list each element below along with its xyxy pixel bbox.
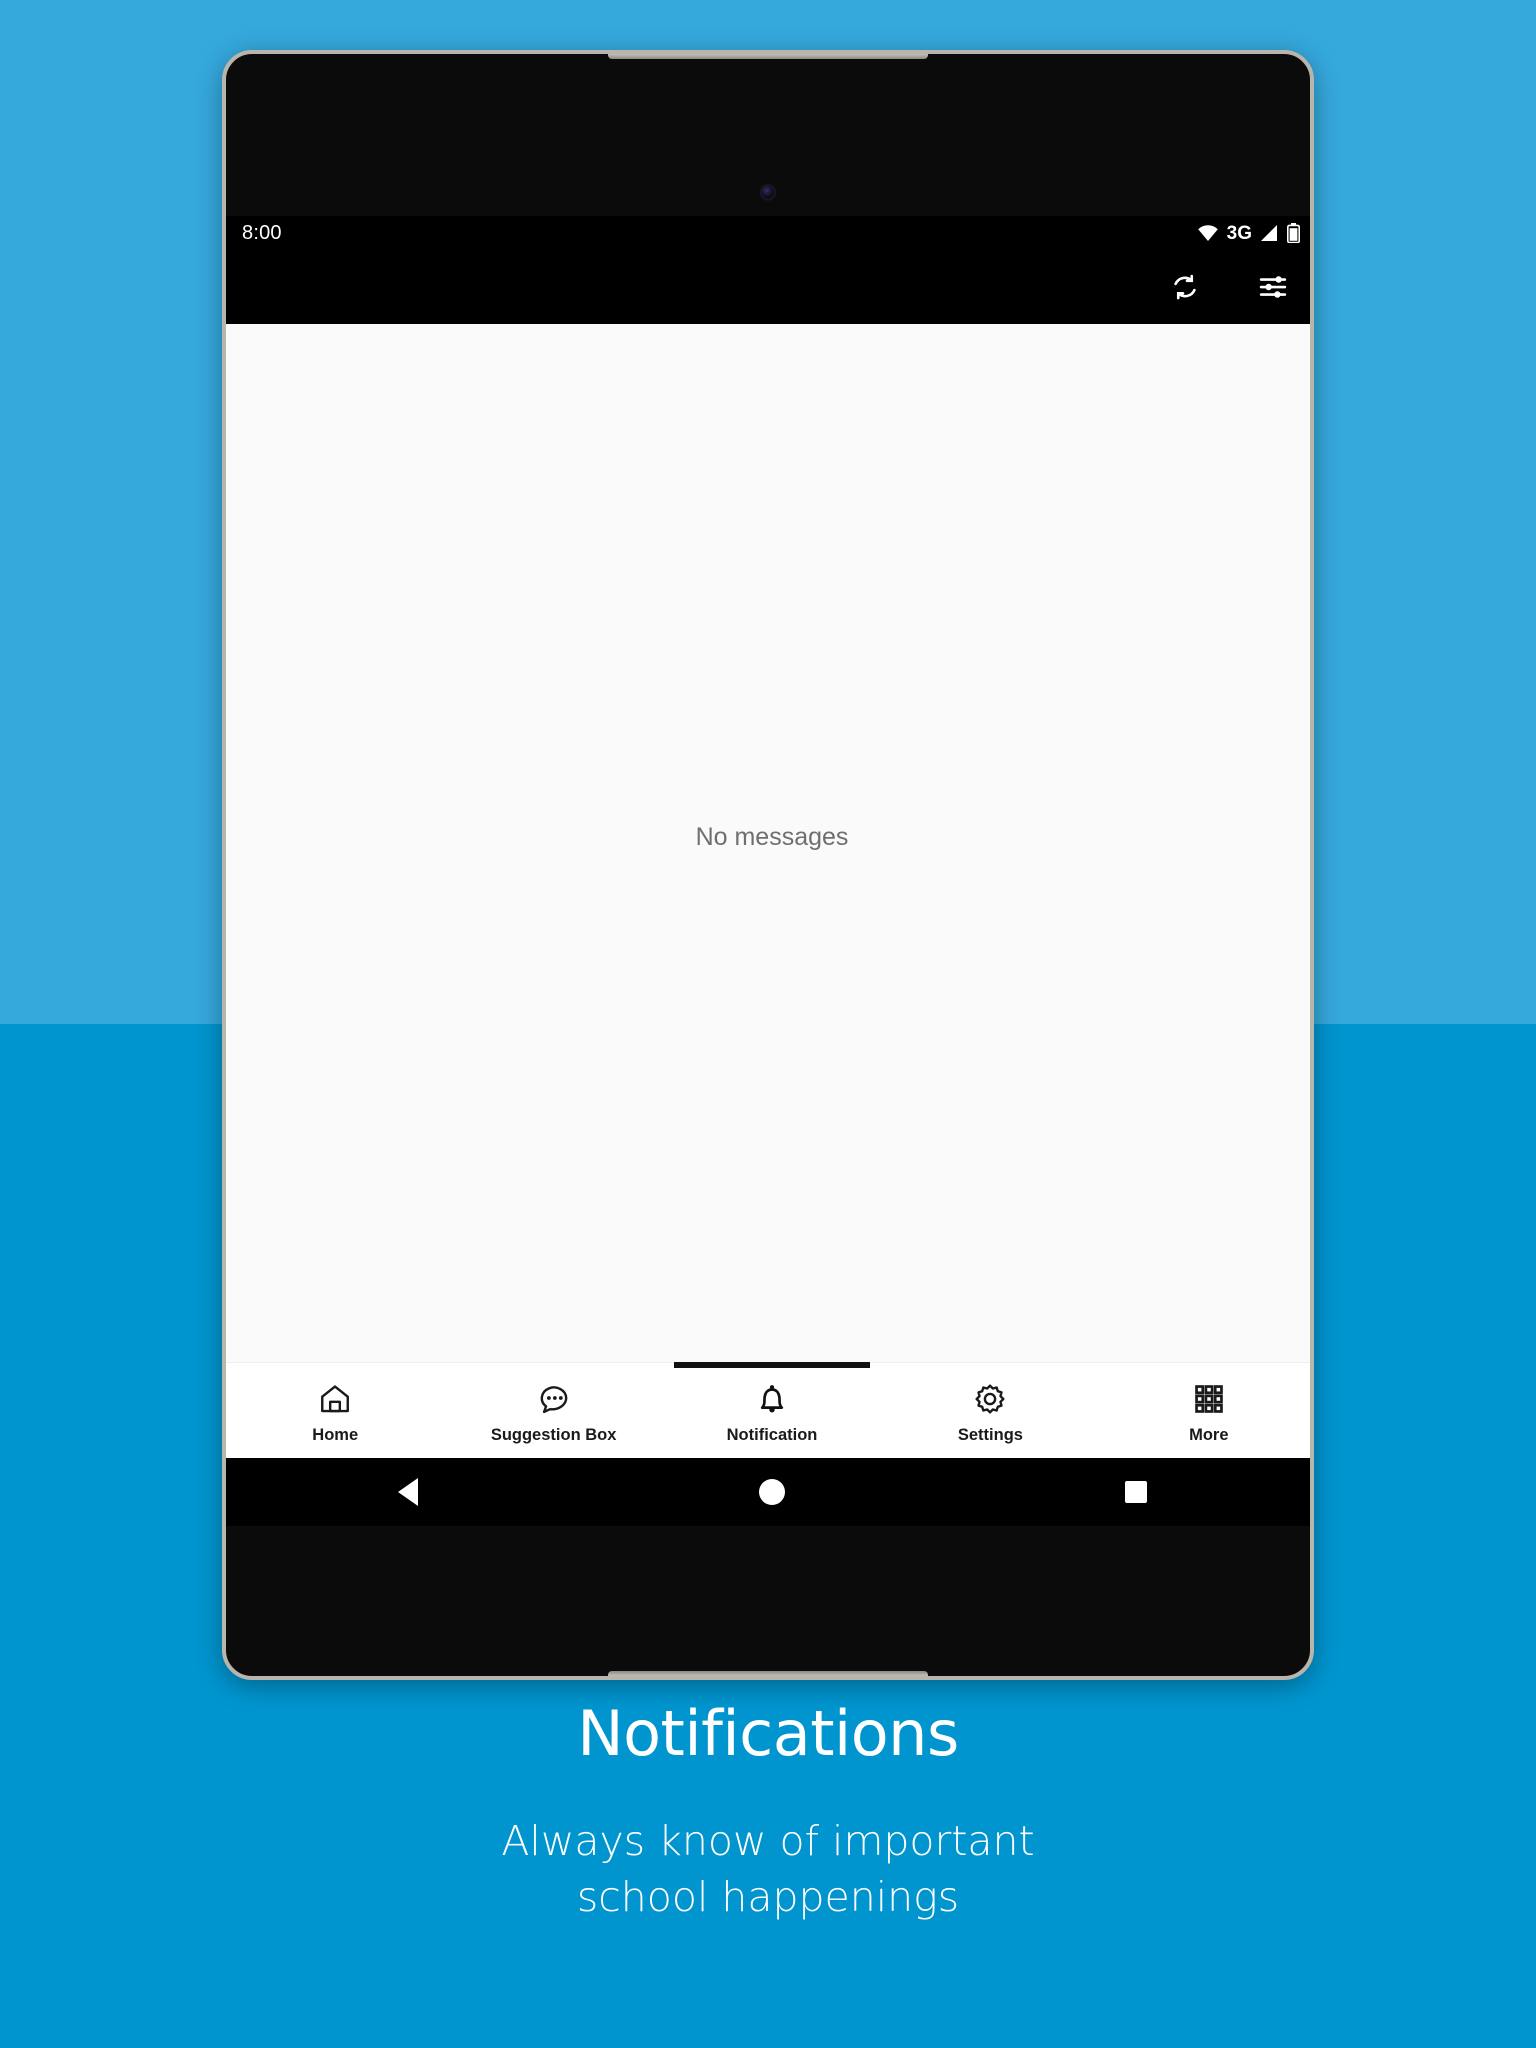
filter-icon[interactable] [1252,266,1294,308]
chat-bubble-icon [537,1381,571,1417]
message-list-area: No messages [226,324,1310,1362]
caption-title: Notifications [577,1697,959,1770]
network-type-label: 3G [1226,222,1252,244]
bottom-navigation-bar: Home Suggestion Box Notification Setting… [226,1362,1310,1458]
signal-icon [1260,224,1279,242]
nav-label-settings: Settings [957,1425,1023,1444]
android-system-navigation [226,1458,1310,1526]
status-bar-icons: 3G [1197,223,1300,243]
nav-item-more[interactable]: More [1100,1363,1310,1458]
nav-item-home[interactable]: Home [226,1363,444,1458]
status-bar: 8:00 3G [226,216,1310,250]
back-button[interactable] [373,1458,443,1526]
battery-icon [1287,223,1300,243]
status-bar-clock: 8:00 [242,221,282,244]
nav-label-more: More [1189,1425,1229,1444]
refresh-icon[interactable] [1164,266,1206,308]
front-camera-icon [761,186,775,199]
gear-icon [973,1381,1007,1417]
device-screen: 8:00 3G No messages Home Suggestion Box … [226,216,1310,1526]
promo-caption: Notifications Always know of important s… [0,1697,1536,1925]
caption-subtitle-line-1: Always know of important [501,1817,1035,1866]
nav-label-notification: Notification [726,1425,818,1444]
recents-button[interactable] [1101,1458,1171,1526]
nav-item-settings[interactable]: Settings [881,1363,1099,1458]
nav-label-home: Home [312,1425,359,1444]
device-top-speaker-grille [608,54,928,59]
nav-item-notification[interactable]: Notification [663,1363,881,1458]
app-toolbar [226,250,1310,324]
caption-subtitle: Always know of important school happenin… [0,1814,1536,1925]
caption-subtitle-line-2: school happenings [576,1872,960,1921]
empty-state-message: No messages [695,822,849,851]
home-icon [318,1381,352,1417]
nav-item-suggestion-box[interactable]: Suggestion Box [444,1363,662,1458]
bell-icon [755,1381,789,1417]
home-button[interactable] [737,1458,807,1526]
grid-icon [1192,1381,1226,1417]
wifi-icon [1197,224,1219,242]
device-bottom-speaker-grille [608,1671,928,1676]
tablet-device-frame: 8:00 3G No messages Home Suggestion Box … [222,50,1314,1680]
nav-label-suggestion-box: Suggestion Box [490,1425,617,1444]
